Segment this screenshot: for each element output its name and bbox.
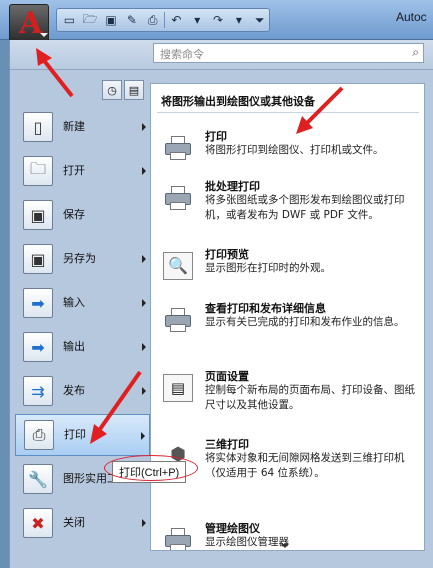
submenu-item-title: 打印 [205,130,227,143]
search-placeholder: 搜索命令 [160,48,204,61]
batch-plot-icon [163,184,193,212]
chevron-right-icon [142,343,146,351]
print-submenu: 将图形输出到绘图仪或其他设备 打印 将图形打印到绘图仪、打印机或文件。 批处理打… [150,83,425,551]
menu-item-label: 打开 [63,164,85,177]
customize-icon[interactable]: ⏷ [250,11,269,29]
save-disk-icon: ▣ [23,200,53,230]
chevron-right-icon [142,123,146,131]
submenu-item-plot[interactable]: 打印 将图形打印到绘图仪、打印机或文件。 [157,128,422,178]
menu-item-export[interactable]: ➡ 输出 [15,326,150,368]
magnifier-preview-icon: 🔍 [163,252,193,280]
submenu-item-desc: 显示图形在打印时的外观。 [205,262,331,274]
menu-item-label: 新建 [63,120,85,133]
chevron-right-icon [142,299,146,307]
menu-item-label: 另存为 [63,252,96,265]
autocad-logo: A [19,6,43,41]
chevron-right-icon [142,167,146,175]
submenu-item-3d-print[interactable]: ⬢ 三维打印 将实体对象和无间隙网格发送到三维打印机（仅适用于 64 位系统）。 [157,436,422,506]
save-as-icon[interactable]: ✎ [122,11,141,29]
scroll-down-icon[interactable] [281,544,289,548]
submenu-item-page-setup[interactable]: ▤ 页面设置 控制每个新布局的页面布局、打印设备、图纸尺寸以及其他设置。 [157,368,422,432]
redo-icon[interactable]: ↷ [209,11,228,29]
menu-item-import[interactable]: ➡ 输入 [15,282,150,324]
divider [157,112,419,113]
print-icon[interactable]: ⎙ [143,11,162,29]
menu-item-publish[interactable]: ⇉ 发布 [15,370,150,412]
submenu-item-desc: 显示有关已完成的打印和发布作业的信息。 [205,316,405,328]
chevron-right-icon [142,387,146,395]
export-icon: ➡ [23,332,53,362]
submenu-item-batch-plot[interactable]: 批处理打印 将多张图纸或多个图形发布到绘图仪或打印机，或者发布为 DWF 或 P… [157,178,422,240]
open-documents-icon[interactable]: ▤ [124,80,144,100]
application-menu: 搜索命令 ⌕ ◷ ▤ ▯ 新建 🗀 打开 ▣ 保存 ▣ 另存为 ➡ 输入 ➡ 输… [9,40,433,568]
printer-icon: ⎙ [24,420,54,450]
close-file-icon: ✖ [23,508,53,538]
chevron-down-icon [40,33,48,37]
submenu-item-desc: 将图形打印到绘图仪、打印机或文件。 [205,144,384,156]
page-setup-icon: ▤ [163,374,193,402]
save-as-disk-icon: ▣ [23,244,53,274]
menu-item-label: 打印 [64,428,86,441]
menu-item-label: 保存 [63,208,85,221]
submenu-item-desc: 将实体对象和无间隙网格发送到三维打印机（仅适用于 64 位系统）。 [205,452,405,479]
menu-item-save-as[interactable]: ▣ 另存为 [15,238,150,280]
menu-item-label: 发布 [63,384,85,397]
menu-item-print[interactable]: ⎙ 打印 [15,414,150,456]
save-icon[interactable]: ▣ [102,11,121,29]
printer-icon [163,134,193,162]
menu-item-label: 输出 [63,340,85,353]
submenu-title: 将图形输出到绘图仪或其他设备 [161,95,315,108]
open-folder-icon: 🗀 [23,156,53,186]
menu-item-open[interactable]: 🗀 打开 [15,150,150,192]
recent-documents-icon[interactable]: ◷ [102,80,122,100]
search-icon[interactable]: ⌕ [412,45,419,60]
menu-item-new[interactable]: ▯ 新建 [15,106,150,148]
new-icon[interactable]: ▭ [60,11,79,29]
wrench-icon: 🔧 [23,464,53,494]
window-title: Autoc [396,10,427,24]
submenu-item-manage-plotters[interactable]: 管理绘图仪 显示绘图仪管理器 [157,520,422,550]
new-file-icon: ▯ [23,112,53,142]
open-icon[interactable]: 🗁 [81,11,100,29]
publish-icon: ⇉ [23,376,53,406]
menu-item-label: 输入 [63,296,85,309]
undo-icon[interactable]: ↶ [167,11,186,29]
submenu-item-title: 管理绘图仪 [205,522,260,535]
chevron-right-icon [142,255,146,263]
search-row: 搜索命令 ⌕ [10,40,433,70]
submenu-item-title: 打印预览 [205,248,249,261]
menu-item-label: 关闭 [63,516,85,529]
plot-details-icon [163,306,193,334]
undo-dropdown-icon[interactable]: ▾ [188,11,207,29]
title-bar: A ▭ 🗁 ▣ ✎ ⎙ ↶ ▾ ↷ ▾ ⏷ Autoc [0,0,433,42]
plotter-manager-icon [163,526,193,550]
submenu-item-title: 查看打印和发布详细信息 [205,302,326,315]
submenu-item-desc: 控制每个新布局的页面布局、打印设备、图纸尺寸以及其他设置。 [205,384,415,411]
submenu-item-plot-details[interactable]: 查看打印和发布详细信息 显示有关已完成的打印和发布作业的信息。 [157,300,422,356]
search-input[interactable]: 搜索命令 ⌕ [153,43,424,63]
menu-item-close[interactable]: ✖ 关闭 [15,502,150,544]
divider [164,12,165,28]
submenu-item-plot-preview[interactable]: 🔍 打印预览 显示图形在打印时的外观。 [157,246,422,296]
submenu-item-desc: 显示绘图仪管理器 [205,536,289,548]
annotation-ellipse [104,455,198,481]
submenu-item-title: 页面设置 [205,370,249,383]
application-menu-button[interactable]: A [9,4,49,42]
chevron-right-icon [141,432,145,440]
chevron-right-icon [142,519,146,527]
redo-dropdown-icon[interactable]: ▾ [229,11,248,29]
submenu-item-title: 批处理打印 [205,180,260,193]
submenu-item-title: 三维打印 [205,438,249,451]
menu-item-save[interactable]: ▣ 保存 [15,194,150,236]
quick-access-toolbar: ▭ 🗁 ▣ ✎ ⎙ ↶ ▾ ↷ ▾ ⏷ [56,8,270,32]
submenu-item-desc: 将多张图纸或多个图形发布到绘图仪或打印机，或者发布为 DWF 或 PDF 文件。 [205,194,405,221]
import-icon: ➡ [23,288,53,318]
menu-command-list: ▯ 新建 🗀 打开 ▣ 保存 ▣ 另存为 ➡ 输入 ➡ 输出 ⇉ 发布 ⎙ 打印… [10,106,156,568]
recent-documents-buttons: ◷ ▤ [102,80,144,100]
